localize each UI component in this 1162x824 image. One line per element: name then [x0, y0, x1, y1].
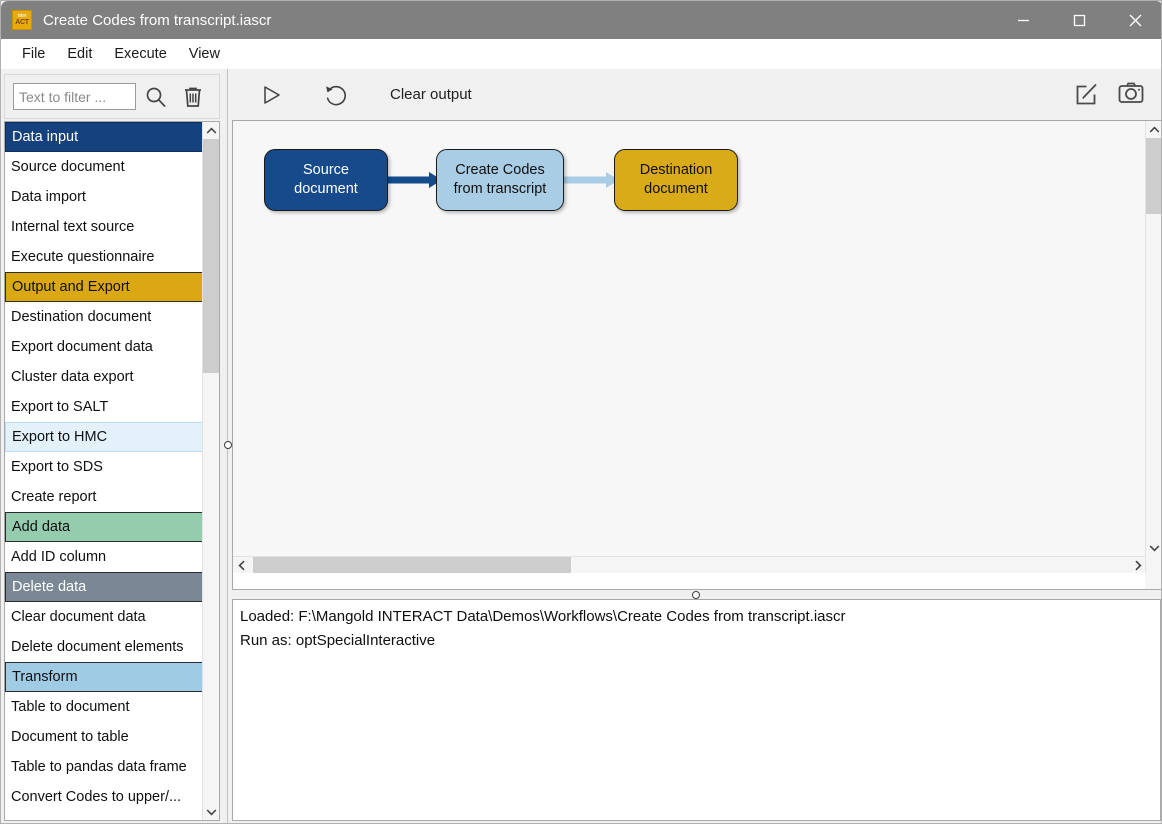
list-item-delete-data[interactable]: Delete data	[5, 572, 204, 602]
list-item-export-document-data[interactable]: Export document data	[5, 332, 204, 362]
workflow-element-list[interactable]: Data input Source document Data import I…	[4, 121, 220, 821]
filter-toolbar	[4, 74, 220, 119]
menu-file[interactable]: File	[11, 43, 56, 65]
edit-square-icon[interactable]	[1065, 72, 1109, 116]
splitter-handle-horizontal[interactable]	[692, 591, 700, 599]
list-item-export-to-hmc[interactable]: Export to HMC	[5, 422, 204, 452]
node-source-document[interactable]: Source document	[264, 149, 388, 211]
run-button[interactable]	[250, 73, 294, 117]
app-icon-text-bottom: ACT	[15, 19, 29, 26]
panel-splitter-vertical[interactable]	[223, 69, 232, 823]
node-source-document-line2: document	[294, 181, 358, 197]
reset-button[interactable]	[314, 73, 358, 117]
list-item-data-import[interactable]: Data import	[5, 182, 204, 212]
scrollbar-corner	[1145, 572, 1161, 589]
list-item-export-to-sds[interactable]: Export to SDS	[5, 452, 204, 482]
interact-app-icon: inter ACT	[12, 10, 32, 30]
window-controls	[995, 1, 1161, 39]
canvas-horizontal-scrollbar[interactable]	[233, 556, 1146, 573]
output-log[interactable]: Loaded: F:\Mangold INTERACT Data\Demos\W…	[232, 599, 1161, 821]
list-item-execute-questionnaire[interactable]: Execute questionnaire	[5, 242, 204, 272]
left-panel: Data input Source document Data import I…	[1, 69, 223, 823]
window-title: Create Codes from transcript.iascr	[43, 11, 272, 29]
splitter-handle-vertical[interactable]	[224, 441, 232, 449]
list-item-delete-document-elements[interactable]: Delete document elements	[5, 632, 204, 662]
scroll-up-icon[interactable]	[203, 122, 219, 139]
scroll-down-icon[interactable]	[203, 803, 219, 820]
list-item-transform[interactable]: Transform	[5, 662, 204, 692]
list-item-clear-document-data[interactable]: Clear document data	[5, 602, 204, 632]
list-item-internal-text-source[interactable]: Internal text source	[5, 212, 204, 242]
menu-bar: File Edit Execute View	[1, 39, 1161, 69]
canvas-vscroll-thumb[interactable]	[1146, 138, 1161, 214]
log-line-run-as: Run as: optSpecialInteractive	[240, 632, 436, 649]
maximize-button[interactable]	[1051, 1, 1107, 39]
list-item-output-and-export[interactable]: Output and Export	[5, 272, 204, 302]
clear-output-label[interactable]: Clear output	[390, 86, 472, 103]
node-destination-line2: document	[644, 181, 708, 197]
scroll-right-icon[interactable]	[1129, 557, 1146, 573]
canvas-vertical-scrollbar[interactable]	[1145, 121, 1161, 573]
workflow-toolbar: Clear output	[232, 69, 1161, 120]
menu-edit[interactable]: Edit	[56, 43, 103, 65]
workflow-canvas[interactable]: Source document Create Codes from transc…	[233, 121, 1146, 573]
node-create-codes-from-transcript[interactable]: Create Codes from transcript	[436, 149, 564, 211]
panel-splitter-horizontal[interactable]	[232, 590, 1161, 599]
workflow-element-list-items: Data input Source document Data import I…	[5, 122, 204, 812]
list-item-document-to-table[interactable]: Document to table	[5, 722, 204, 752]
list-item-destination-document[interactable]: Destination document	[5, 302, 204, 332]
workflow-canvas-container: Source document Create Codes from transc…	[232, 120, 1161, 590]
canvas-scroll-up-icon[interactable]	[1146, 121, 1161, 138]
canvas-scroll-down-icon[interactable]	[1146, 539, 1161, 556]
close-button[interactable]	[1107, 1, 1161, 39]
list-item-convert-codes-to-upper[interactable]: Convert Codes to upper/...	[5, 782, 204, 812]
camera-icon[interactable]	[1109, 72, 1153, 116]
list-item-source-document[interactable]: Source document	[5, 152, 204, 182]
list-item-create-report[interactable]: Create report	[5, 482, 204, 512]
minimize-button[interactable]	[995, 1, 1051, 39]
node-process-line2: from transcript	[453, 181, 547, 197]
node-destination-line1: Destination	[639, 162, 713, 178]
filter-input[interactable]	[13, 83, 136, 110]
sidebar-vertical-scrollbar[interactable]	[202, 122, 219, 820]
search-icon[interactable]	[139, 80, 173, 114]
node-process-line1: Create Codes	[455, 162, 545, 178]
scroll-left-icon[interactable]	[233, 557, 250, 573]
node-destination-document[interactable]: Destination document	[614, 149, 738, 211]
list-item-export-to-salt[interactable]: Export to SALT	[5, 392, 204, 422]
list-item-cluster-data-export[interactable]: Cluster data export	[5, 362, 204, 392]
sidebar-scroll-thumb[interactable]	[203, 139, 219, 373]
list-item-add-id-column[interactable]: Add ID column	[5, 542, 204, 572]
log-line-loaded: Loaded: F:\Mangold INTERACT Data\Demos\W…	[240, 608, 846, 625]
toolbar-right-group	[1065, 72, 1153, 116]
canvas-hscroll-thumb[interactable]	[253, 557, 571, 573]
title-bar: inter ACT Create Codes from transcript.i…	[1, 1, 1161, 39]
list-item-table-to-document[interactable]: Table to document	[5, 692, 204, 722]
list-item-table-to-pandas-data-frame[interactable]: Table to pandas data frame	[5, 752, 204, 782]
trash-icon[interactable]	[176, 80, 210, 114]
list-item-add-data[interactable]: Add data	[5, 512, 204, 542]
right-area: Clear output Source document Create Code…	[232, 69, 1161, 823]
application-window: inter ACT Create Codes from transcript.i…	[0, 0, 1162, 824]
node-source-document-line1: Source	[303, 162, 349, 178]
menu-execute[interactable]: Execute	[103, 43, 177, 65]
list-item-data-input[interactable]: Data input	[5, 122, 204, 152]
menu-view[interactable]: View	[178, 43, 231, 65]
